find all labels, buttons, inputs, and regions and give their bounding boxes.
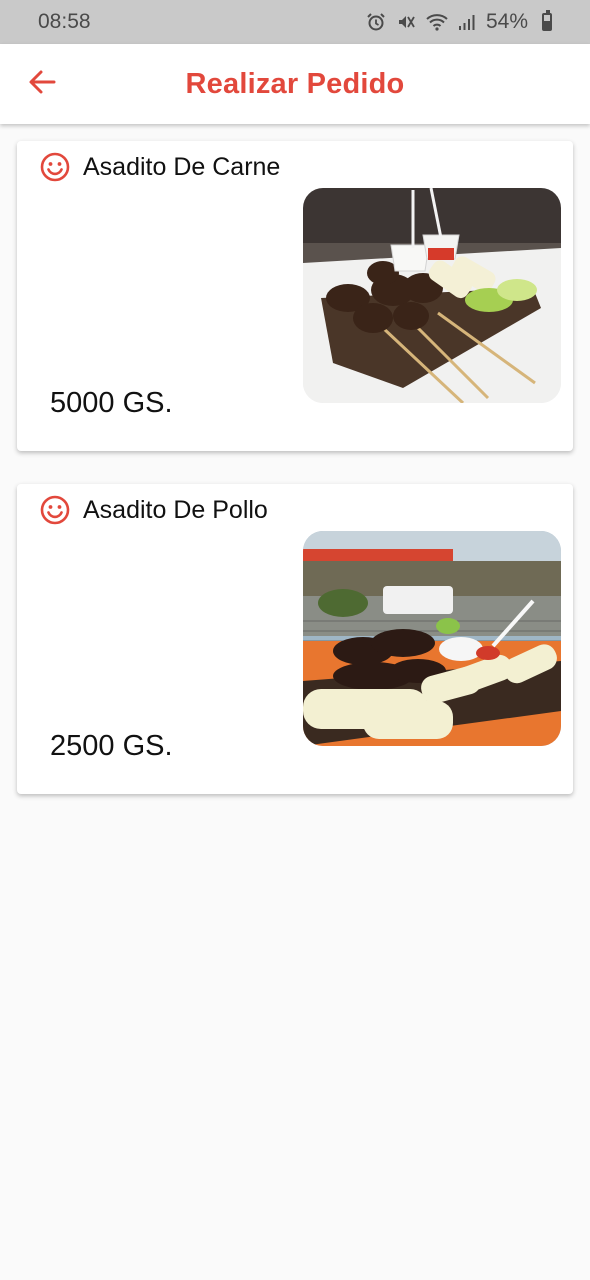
wifi-icon (426, 13, 448, 31)
status-bar: 08:58 54% (0, 0, 590, 44)
page-title: Realizar Pedido (185, 67, 405, 100)
status-time: 08:58 (38, 10, 91, 33)
beef-skewers-photo (303, 188, 561, 403)
battery-percent: 54% (485, 10, 528, 33)
smile-icon (39, 494, 71, 526)
signal-icon (458, 13, 476, 31)
app-bar: Realizar Pedido (0, 44, 590, 124)
product-name: Asadito De Pollo (83, 495, 268, 524)
product-card[interactable]: Asadito De Pollo 2500 GS. (17, 484, 573, 794)
smile-icon (39, 151, 71, 183)
alarm-icon (366, 12, 386, 32)
product-card[interactable]: Asadito De Carne 5000 GS. (17, 141, 573, 451)
product-price: 5000 GS. (50, 387, 173, 419)
product-header: Asadito De Pollo (39, 494, 268, 526)
chicken-skewers-photo (303, 531, 561, 746)
mute-icon (396, 12, 416, 32)
status-icons: 54% (366, 10, 552, 34)
product-name: Asadito De Carne (83, 152, 281, 181)
back-button[interactable] (22, 64, 62, 104)
battery-icon (542, 10, 552, 31)
arrow-back-icon (28, 69, 56, 100)
product-header: Asadito De Carne (39, 151, 280, 183)
product-price: 2500 GS. (50, 730, 173, 762)
